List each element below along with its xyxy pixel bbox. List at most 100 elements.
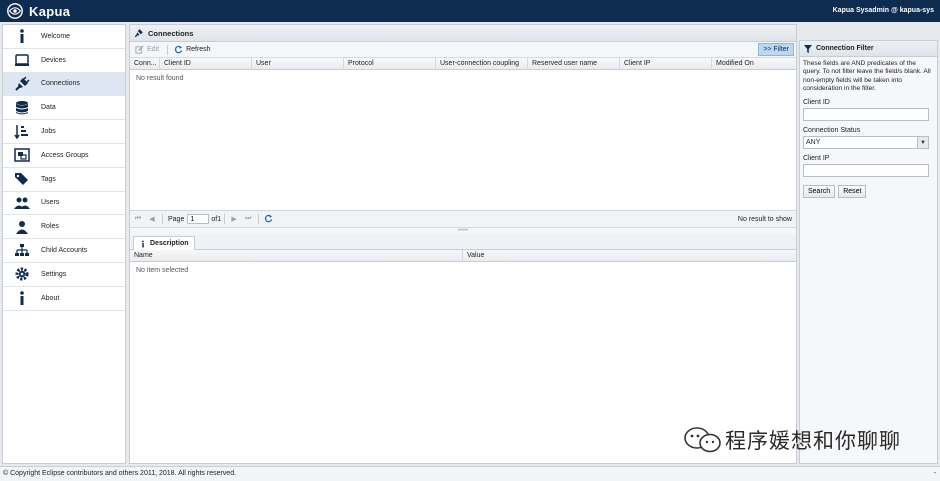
edit-button[interactable]: Edit [135,45,159,54]
footer-marker: - [933,470,936,477]
sidebar-item-users[interactable]: Users [3,192,125,216]
filter-button-row: Search Reset [803,185,934,199]
column-header[interactable]: Protocol [344,58,436,69]
connection-status-label: Connection Status [803,127,861,135]
pager-separator [162,214,163,224]
copyright-text: © Copyright Eclipse contributors and oth… [3,470,237,477]
column-header[interactable]: Client IP [620,58,712,69]
sidebar-item-devices[interactable]: Devices [3,49,125,73]
column-header[interactable]: User [252,58,344,69]
tags-icon [3,171,41,187]
refresh-button[interactable]: Refresh [174,45,211,54]
column-header[interactable]: Value [463,250,796,261]
sidebar-item-jobs[interactable]: Jobs [3,120,125,144]
sidebar-item-welcome[interactable]: Welcome [3,25,125,49]
reset-button[interactable]: Reset [838,185,867,199]
page-number-input[interactable] [187,214,210,224]
prev-page-icon[interactable]: ◀ [148,215,156,223]
column-header[interactable]: User-connection coupling [436,58,528,69]
jobs-icon [3,124,41,140]
client-id-label: Client ID [803,99,830,107]
column-header[interactable]: Conn... [130,58,160,69]
column-header[interactable]: Client ID [160,58,252,69]
tab-description[interactable]: Description [133,236,195,250]
pager: ⏮ ◀ Page of1 ▶ ⏭ No result to show [130,210,796,228]
empty-result-text: No result found [136,75,184,82]
plug-icon [3,76,41,92]
device-icon [3,52,41,68]
sidebar-item-label: Tags [41,175,56,183]
plug-icon [134,29,143,38]
edit-icon [135,45,144,54]
filter-panel-header: Connection Filter [800,41,937,57]
last-page-icon[interactable]: ⏭ [244,215,252,223]
sidebar-item-label: Access Groups [41,151,89,159]
search-button[interactable]: Search [803,185,836,199]
watermark: 程序媛想和你聊聊 [683,424,901,456]
refresh-button-label: Refresh [186,46,211,53]
sidebar-item-label: Jobs [41,128,56,136]
description-tab-bar: Description [130,234,796,250]
filter-panel-title: Connection Filter [816,45,874,52]
filter-panel: Connection Filter These fields are AND p… [799,40,938,464]
sidebar-item-label: Settings [41,270,67,278]
top-bar: Kapua Kapua Sysadmin @ kapua-sys [0,0,940,22]
sidebar-item-child-accounts[interactable]: Child Accounts [3,239,125,263]
first-page-icon[interactable]: ⏮ [134,215,142,223]
sidebar-item-about[interactable]: About [3,287,125,311]
app-name: Kapua [29,3,71,19]
info-icon [3,290,41,306]
database-icon [3,100,41,116]
user-info[interactable]: Kapua Sysadmin @ kapua-sys [833,7,934,14]
chat-bubbles-icon [684,427,721,453]
info-icon [3,28,41,44]
client-id-field[interactable] [803,108,929,122]
toolbar-separator [167,44,169,55]
gear-icon [3,266,41,282]
connections-grid-header: Conn... Client ID User Protocol User-con… [130,58,796,70]
roles-icon [3,219,41,235]
filter-icon [804,44,812,53]
users-icon [3,195,41,211]
refresh-icon [174,45,183,54]
pager-refresh-icon[interactable] [264,214,273,225]
sitemap-icon [3,243,41,259]
sidebar-item-label: Child Accounts [41,247,88,255]
filter-toggle-button[interactable]: >> Filter [758,43,794,56]
page-title: Connections [148,28,194,38]
sidebar: Welcome Devices Connections Data Jobs Ac… [2,24,126,464]
connections-panel: Connections Edit Refresh >> Filter Conn.… [129,24,797,464]
sidebar-item-roles[interactable]: Roles [3,215,125,240]
pager-separator [224,214,226,224]
sidebar-item-label: Data [41,104,56,112]
connection-status-select[interactable]: ANY ▼ [803,136,929,150]
sidebar-item-data[interactable]: Data [3,96,125,121]
kapua-logo[interactable]: Kapua [6,2,70,20]
sidebar-item-label: Devices [41,56,66,64]
sidebar-item-label: Welcome [41,32,71,40]
page-count-label: of1 [211,215,222,223]
filter-note: These fields are AND predicates of the q… [803,60,931,92]
next-page-icon[interactable]: ▶ [230,215,238,223]
empty-description-text: No item selected [136,267,189,274]
client-ip-field[interactable] [803,164,929,178]
page-label: Page [168,215,185,223]
kapua-logo-icon [7,3,23,19]
footer: © Copyright Eclipse contributors and oth… [0,466,940,481]
sidebar-item-label: Roles [41,223,59,231]
sidebar-item-label: Connections [41,80,80,88]
column-header[interactable]: Name [130,250,463,261]
groups-icon [3,147,41,163]
pager-status: No result to show [737,216,792,223]
tab-description-label: Description [150,240,189,247]
column-header[interactable]: Modified On [712,58,796,69]
sidebar-item-connections[interactable]: Connections [3,72,125,97]
sidebar-item-access-groups[interactable]: Access Groups [3,144,125,168]
column-header[interactable]: Reserved user name [528,58,620,69]
chevron-down-icon[interactable]: ▼ [917,137,928,149]
sidebar-item-settings[interactable]: Settings [3,263,125,287]
client-ip-label: Client IP [803,155,830,163]
sidebar-item-tags[interactable]: Tags [3,168,125,192]
sidebar-item-label: Users [41,199,60,207]
panel-header: Connections [130,25,796,42]
